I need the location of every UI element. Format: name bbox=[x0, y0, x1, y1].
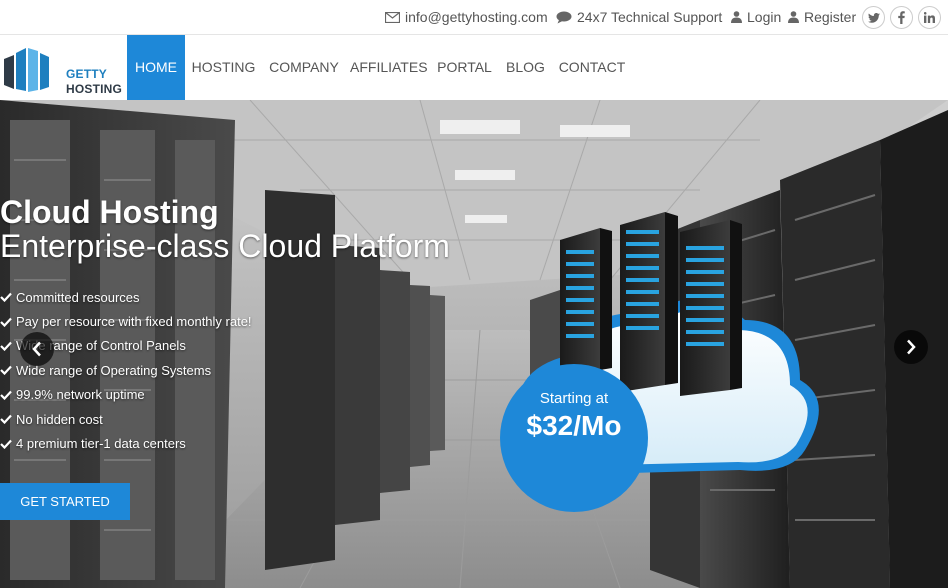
login-text: Login bbox=[747, 9, 782, 25]
nav-item-hosting[interactable]: HOSTING bbox=[190, 35, 257, 100]
feature-text: 4 premium tier-1 data centers bbox=[16, 436, 186, 452]
logo-line-1: GETTY bbox=[66, 67, 108, 81]
check-icon bbox=[0, 341, 14, 351]
price-caption: Starting at bbox=[539, 390, 609, 407]
feature-item: No hidden cost bbox=[0, 407, 252, 431]
feature-text: No hidden cost bbox=[16, 411, 103, 427]
logo[interactable]: GETTY HOSTING bbox=[2, 45, 124, 96]
feature-text: Committed resources bbox=[16, 289, 140, 305]
logo-text: GETTY HOSTING bbox=[66, 67, 122, 97]
feature-item: Pay per resource with fixed monthly rate… bbox=[0, 309, 252, 333]
nav-item-affiliates[interactable]: AFFILIATES bbox=[350, 35, 428, 100]
feature-item: Committed resources bbox=[0, 285, 252, 309]
chat-bubble-icon bbox=[556, 11, 572, 23]
feature-list: Committed resources Pay per resource wit… bbox=[0, 285, 252, 456]
get-started-button[interactable]: GET STARTED bbox=[0, 483, 130, 520]
check-icon bbox=[0, 390, 14, 400]
main-nav: GETTY HOSTING HOME HOSTING COMPANY AFFIL… bbox=[0, 35, 948, 100]
email-link[interactable]: info@gettyhosting.com bbox=[385, 9, 548, 25]
nav-item-home[interactable]: HOME bbox=[127, 35, 185, 100]
twitter-icon bbox=[867, 12, 880, 23]
price-badge: Starting at $32/Mo bbox=[500, 364, 648, 512]
envelope-icon bbox=[385, 11, 400, 23]
twitter-button[interactable] bbox=[862, 6, 885, 29]
check-icon bbox=[0, 365, 14, 376]
register-text: Register bbox=[804, 9, 857, 25]
feature-text: Pay per resource with fixed monthly rate… bbox=[16, 314, 252, 330]
hero-title: Cloud Hosting bbox=[0, 194, 219, 230]
slider-prev-button[interactable] bbox=[20, 332, 54, 366]
check-icon bbox=[0, 292, 14, 303]
linkedin-button[interactable] bbox=[918, 6, 941, 29]
slider-next-button[interactable] bbox=[894, 330, 928, 364]
user-icon bbox=[788, 11, 799, 23]
facebook-icon bbox=[898, 11, 905, 24]
chevron-right-icon bbox=[907, 339, 916, 355]
price-value: $32/Mo bbox=[526, 410, 622, 441]
top-bar: info@gettyhosting.com 24x7 Technical Sup… bbox=[0, 0, 948, 35]
logo-bars-icon bbox=[4, 48, 49, 92]
feature-item: 99.9% network uptime bbox=[0, 383, 252, 407]
feature-text: 99.9% network uptime bbox=[16, 387, 145, 403]
nav-item-company[interactable]: COMPANY bbox=[266, 35, 342, 100]
check-icon bbox=[0, 317, 14, 327]
user-icon bbox=[731, 11, 742, 23]
nav-item-portal[interactable]: PORTAL bbox=[436, 35, 493, 100]
support-text: 24x7 Technical Support bbox=[577, 9, 723, 25]
check-icon bbox=[0, 439, 14, 449]
email-text: info@gettyhosting.com bbox=[405, 9, 548, 25]
nav-item-blog[interactable]: BLOG bbox=[503, 35, 548, 100]
support-link[interactable]: 24x7 Technical Support bbox=[556, 9, 722, 25]
register-link[interactable]: Register bbox=[788, 9, 856, 25]
logo-line-2: HOSTING bbox=[66, 82, 123, 96]
feature-item: 4 premium tier-1 data centers bbox=[0, 431, 252, 455]
facebook-button[interactable] bbox=[890, 6, 913, 29]
hero-subtitle: Enterprise-class Cloud Platform bbox=[0, 228, 450, 264]
feature-text: Wide range of Operating Systems bbox=[16, 362, 212, 378]
nav-item-contact[interactable]: CONTACT bbox=[557, 35, 627, 100]
login-link[interactable]: Login bbox=[731, 9, 781, 25]
hero-slider: Cloud Hosting Enterprise-class Cloud Pla… bbox=[0, 100, 948, 588]
chevron-left-icon bbox=[32, 341, 41, 357]
linkedin-icon bbox=[924, 12, 935, 23]
check-icon bbox=[0, 414, 14, 425]
